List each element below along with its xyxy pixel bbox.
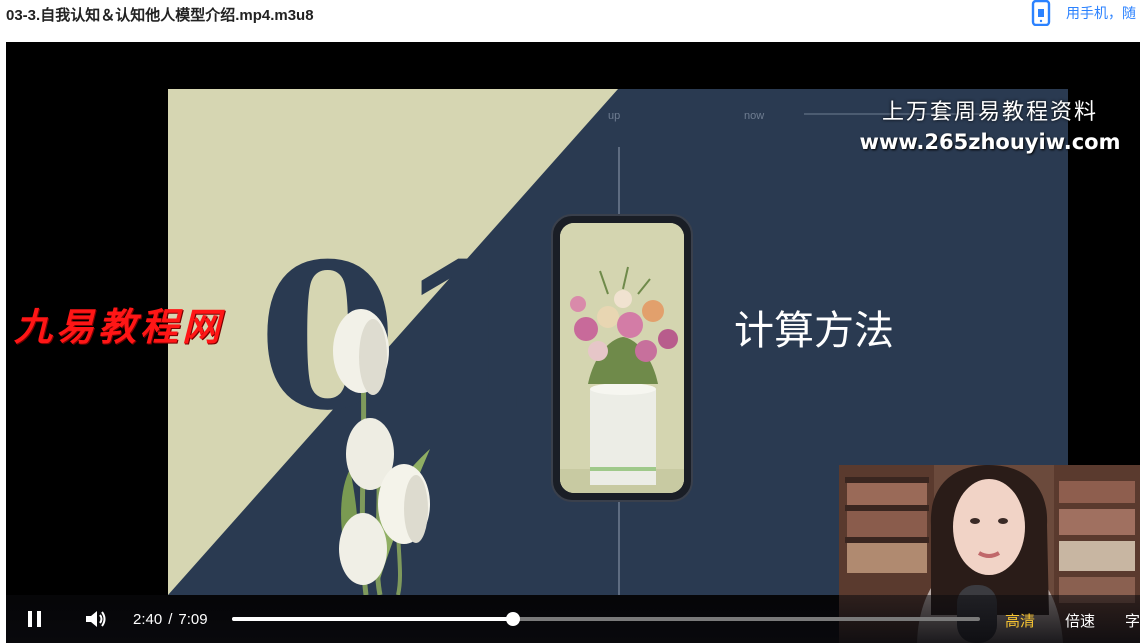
watch-on-mobile-link[interactable]: 用手机，随 xyxy=(1030,0,1136,26)
mobile-link-text[interactable]: 用手机，随 xyxy=(1066,3,1136,23)
quality-button[interactable]: 高清 xyxy=(1005,610,1035,631)
big-number-01: 01 xyxy=(258,220,536,455)
slide-nav-up: up xyxy=(608,110,620,122)
progress-played xyxy=(232,617,513,621)
volume-icon xyxy=(86,611,106,627)
duration: 7:09 xyxy=(178,611,208,628)
volume-button[interactable] xyxy=(84,608,108,635)
red-watermark: 九易教程网 xyxy=(14,304,225,349)
playback-time: 2:40 / 7:09 xyxy=(133,611,208,628)
top-bar: 03-3.自我认知＆认知他人模型介绍.mp4.m3u8 用手机，随 xyxy=(0,0,1140,38)
current-time: 2:40 xyxy=(133,611,163,628)
time-separator: / xyxy=(168,611,173,628)
site-watermark: 上万套周易教程资料 www.265zhouyiw.com xyxy=(840,94,1140,154)
slide-heading: 计算方法 xyxy=(734,308,894,354)
progress-bar[interactable] xyxy=(232,612,980,626)
progress-handle[interactable] xyxy=(505,612,520,626)
watermark-url: www.265zhouyiw.com xyxy=(859,130,1121,154)
play-pause-button[interactable] xyxy=(26,609,44,634)
player-control-bar: 2:40 / 7:09 高清 倍速 字 xyxy=(6,595,1140,643)
speed-button[interactable]: 倍速 xyxy=(1065,610,1095,631)
phone-mockup xyxy=(551,214,693,502)
pause-icon xyxy=(28,611,41,627)
video-file-title: 03-3.自我认知＆认知他人模型介绍.mp4.m3u8 xyxy=(6,7,314,24)
slide-nav-now: now xyxy=(744,110,764,122)
video-player[interactable]: up now 01 01 计算方法 上万套周易教程资料 www.265zhouy… xyxy=(6,42,1140,643)
subtitle-button[interactable]: 字 xyxy=(1125,610,1140,631)
smartphone-icon xyxy=(1031,0,1051,26)
watermark-line1: 上万套周易教程资料 xyxy=(881,100,1098,125)
